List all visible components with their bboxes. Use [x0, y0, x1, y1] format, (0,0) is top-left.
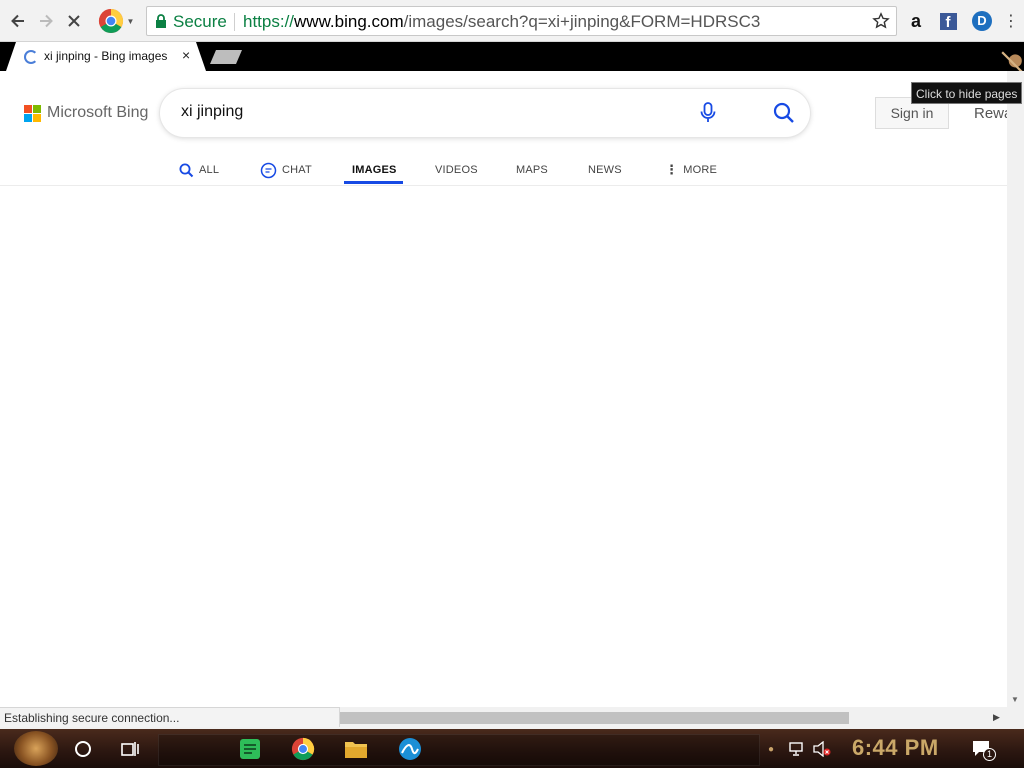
microphone-icon[interactable]	[700, 102, 716, 124]
browser-toolbar: ▼ Secure https://www.bing.com/images/sea…	[0, 0, 1024, 42]
show-hidden-icons-button[interactable]: ●	[764, 737, 778, 761]
bing-logo[interactable]: Microsoft Bing	[24, 104, 148, 122]
tab-bing-images[interactable]: xi jinping - Bing images ×	[6, 42, 206, 71]
stop-button[interactable]	[62, 9, 86, 33]
tab-news[interactable]: NEWS	[588, 155, 622, 185]
secure-label: Secure	[173, 12, 227, 31]
forward-button[interactable]	[34, 9, 58, 33]
nav-label: ALL	[199, 164, 220, 176]
taskbar-clock[interactable]: 6:44 PM	[852, 735, 939, 761]
volume-muted-icon	[813, 741, 831, 757]
url-text: https://www.bing.com/images/search?q=xi+…	[243, 12, 760, 32]
forward-arrow-icon	[40, 14, 53, 28]
logo-text: Microsoft Bing	[47, 104, 149, 121]
new-tab-button[interactable]	[210, 50, 242, 64]
omnibox-divider	[234, 13, 235, 31]
vertical-scrollbar[interactable]: ▼	[1007, 71, 1024, 707]
windows-taskbar: ● 6:44 PM 1	[0, 729, 1024, 768]
loading-spinner-icon	[24, 50, 38, 64]
task-view-button[interactable]	[118, 737, 142, 761]
tab-title: xi jinping - Bing images	[44, 49, 168, 63]
dashlane-icon: D	[972, 11, 992, 31]
sticky-notes-icon	[240, 739, 260, 759]
taskbar-chrome-app[interactable]	[291, 737, 315, 761]
scroll-right-arrow-icon[interactable]: ▶	[993, 712, 1000, 723]
nav-label: CHAT	[282, 164, 312, 176]
tab-all[interactable]: ALL	[179, 155, 219, 185]
search-icon	[179, 163, 194, 177]
tab-close-icon[interactable]: ×	[182, 47, 190, 63]
network-icon	[789, 742, 803, 756]
tab-chat[interactable]: CHAT	[260, 155, 312, 185]
chevron-up-icon: ●	[767, 743, 775, 755]
chrome-logo-icon	[98, 8, 123, 34]
status-bar: Establishing secure connection...	[0, 707, 340, 727]
address-bar[interactable]: Secure https://www.bing.com/images/searc…	[146, 6, 897, 36]
notification-count-badge: 1	[983, 748, 996, 761]
search-box[interactable]: xi jinping	[160, 89, 810, 137]
back-button[interactable]	[6, 9, 30, 33]
network-button[interactable]	[786, 737, 810, 761]
bookmark-star-icon[interactable]	[872, 12, 890, 30]
amazon-icon: a	[910, 10, 921, 31]
action-center-button[interactable]: 1	[970, 737, 996, 761]
chat-icon	[260, 162, 277, 178]
nav-label: NEWS	[588, 164, 622, 176]
cortana-button[interactable]	[71, 737, 95, 761]
amazon-extension[interactable]: a	[905, 10, 927, 32]
chrome-menu-button[interactable]: ▼	[96, 8, 136, 34]
start-button[interactable]	[14, 731, 58, 766]
tooltip: Click to hide pages	[911, 82, 1022, 104]
taskbar-app[interactable]	[398, 737, 422, 761]
tab-strip: xi jinping - Bing images ×	[0, 42, 1024, 73]
bing-page: Microsoft Bing xi jinping Sign in Rewa A…	[0, 71, 1012, 707]
nav-label: MAPS	[516, 164, 548, 176]
facebook-icon: f	[939, 12, 957, 31]
stop-x-icon	[68, 15, 80, 27]
tab-videos[interactable]: VIDEOS	[435, 155, 478, 185]
scroll-down-arrow-icon[interactable]: ▼	[1011, 695, 1019, 704]
more-vertical-icon: ⋮	[1003, 13, 1019, 30]
taskbar-file-explorer[interactable]	[344, 737, 368, 761]
url-path: /images/search?q=xi+jinping&FORM=HDRSC3	[403, 12, 761, 31]
lock-icon	[156, 14, 166, 28]
dropdown-caret-icon: ▼	[126, 16, 135, 26]
nav-label: IMAGES	[352, 164, 397, 176]
nav-label: MORE	[683, 164, 718, 176]
folder-icon	[345, 742, 367, 758]
search-input[interactable]: xi jinping	[181, 103, 243, 121]
url-host: www.bing.com	[294, 12, 404, 31]
tab-more[interactable]: ⋮ MORE	[665, 155, 717, 185]
active-tab-indicator	[344, 181, 403, 184]
url-scheme: https://	[243, 12, 295, 31]
back-arrow-icon	[11, 14, 24, 28]
search-nav: ALL CHAT IMAGES VIDEOS MAPS NEWS ⋮ MORE	[0, 155, 1007, 186]
taskbar-notes-app[interactable]	[238, 737, 262, 761]
dashlane-extension[interactable]: D	[971, 10, 993, 32]
microsoft-logo-icon	[24, 104, 41, 122]
tab-maps[interactable]: MAPS	[516, 155, 548, 185]
wave-app-icon	[399, 738, 421, 760]
facebook-extension[interactable]: f	[937, 10, 959, 32]
more-vertical-icon: ⋮	[665, 162, 679, 177]
chrome-logo-icon	[291, 737, 315, 761]
horizontal-scroll-thumb[interactable]	[340, 712, 849, 724]
search-icon[interactable]	[772, 101, 796, 125]
task-view-icon	[121, 742, 139, 756]
nav-label: VIDEOS	[435, 164, 478, 176]
volume-button[interactable]	[810, 737, 834, 761]
menu-button[interactable]: ⋮	[1000, 10, 1022, 32]
cortana-circle-icon	[75, 741, 91, 757]
